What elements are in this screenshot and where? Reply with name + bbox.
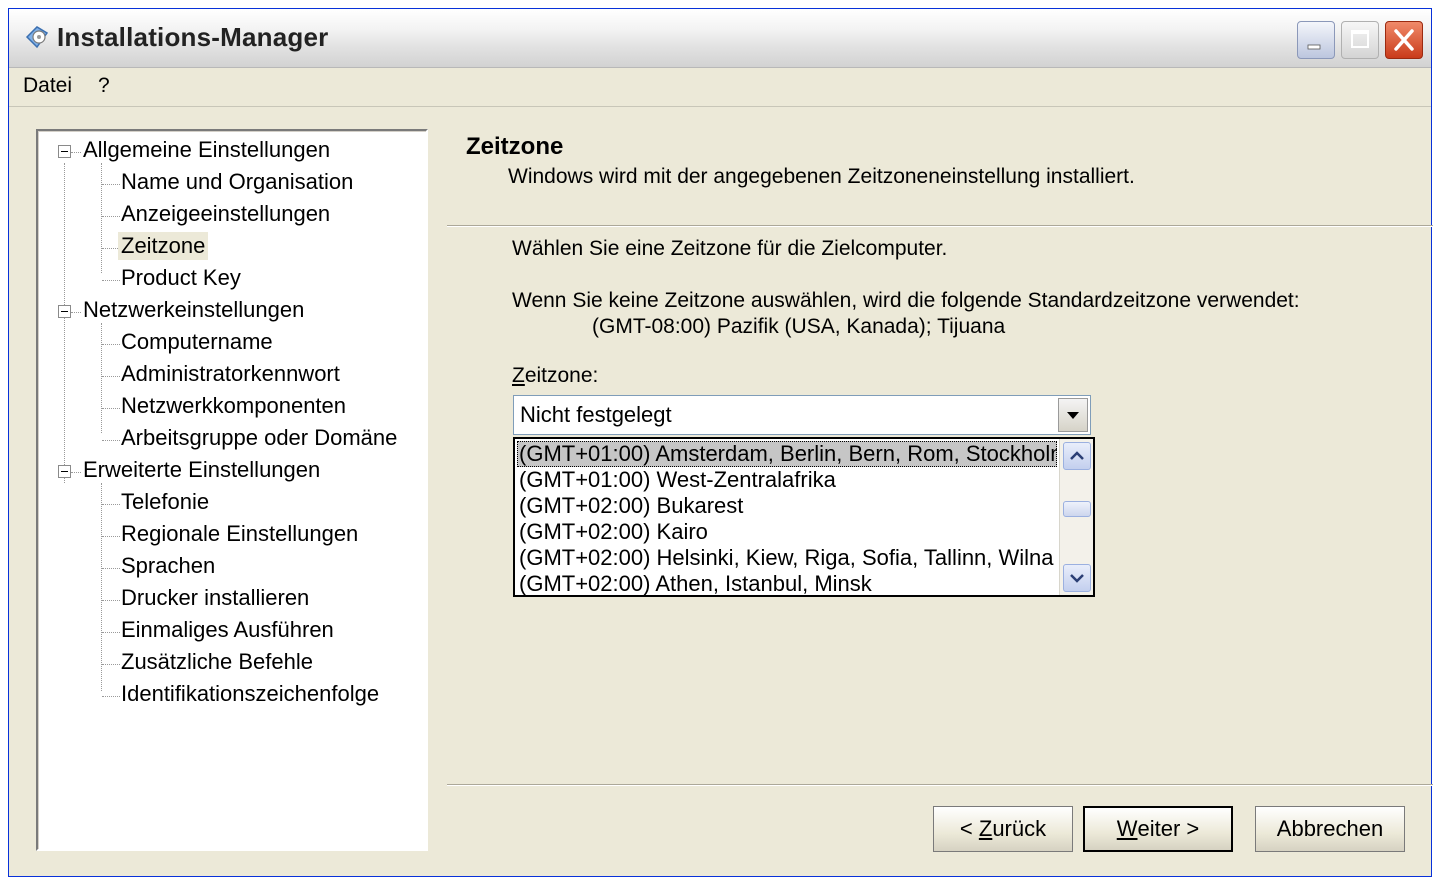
default-zone-text: (GMT-08:00) Pazifik (USA, Kanada); Tijua… <box>592 315 1006 338</box>
collapse-icon[interactable] <box>58 305 71 318</box>
tree-item-regionale[interactable]: Regionale Einstellungen <box>118 520 361 548</box>
back-button[interactable]: < Zurück <box>933 806 1073 852</box>
zeitzone-combobox-value: Nicht festgelegt <box>520 402 672 427</box>
list-item[interactable]: (GMT+01:00) West-Zentralafrika <box>517 467 1057 493</box>
minimize-button[interactable] <box>1297 21 1335 59</box>
tree-line <box>101 483 102 691</box>
list-item[interactable]: (GMT+02:00) Athen, Istanbul, Minsk <box>517 571 1057 595</box>
tree-item-identifikation[interactable]: Identifikationszeichenfolge <box>118 680 382 708</box>
list-item[interactable]: (GMT+01:00) Amsterdam, Berlin, Bern, Rom… <box>517 441 1057 467</box>
footer-divider <box>447 784 1433 786</box>
tree-item-netzwerkkomponenten[interactable]: Netzwerkkomponenten <box>118 392 349 420</box>
instruction-text: Wählen Sie eine Zeitzone für die Zielcom… <box>512 237 948 260</box>
tree-item-anzeige[interactable]: Anzeigeeinstellungen <box>118 200 333 228</box>
settings-tree[interactable]: Allgemeine Einstellungen Name und Organi… <box>36 129 428 851</box>
tree-item-arbeitsgruppe[interactable]: Arbeitsgruppe oder Domäne <box>118 424 400 452</box>
tree-item-telefonie[interactable]: Telefonie <box>118 488 212 516</box>
title-bar[interactable]: Installations-Manager <box>9 9 1431 68</box>
zeitzone-label-accel: Z <box>512 364 525 387</box>
tree-item-computername[interactable]: Computername <box>118 328 276 356</box>
cancel-button[interactable]: Abbrechen <box>1255 806 1405 852</box>
list-item[interactable]: (GMT+02:00) Bukarest <box>517 493 1057 519</box>
tree-group-netzwerk[interactable]: Netzwerkeinstellungen <box>80 296 307 324</box>
list-scrollbar[interactable] <box>1059 439 1093 595</box>
collapse-icon[interactable] <box>58 465 71 478</box>
next-button-accel: W <box>1116 816 1138 841</box>
back-button-accel: Z <box>978 816 993 841</box>
chevron-up-icon <box>1070 451 1084 460</box>
tree-item-sprachen[interactable]: Sprachen <box>118 552 218 580</box>
page-title: Zeitzone <box>466 133 564 160</box>
zeitzone-label-rest: eitzone: <box>524 364 599 387</box>
tree-item-drucker[interactable]: Drucker installieren <box>118 584 312 612</box>
tree-item-name-organisation[interactable]: Name und Organisation <box>118 168 356 196</box>
collapse-icon[interactable] <box>58 145 71 158</box>
menu-datei[interactable]: Datei <box>23 74 72 98</box>
menu-help[interactable]: ? <box>98 74 110 98</box>
menu-bar: Datei ? <box>9 68 1431 107</box>
chevron-down-icon[interactable] <box>1058 398 1088 432</box>
page-subtitle: Windows wird mit der angegebenen Zeitzon… <box>508 165 1135 188</box>
next-button-rest: eiter > <box>1137 816 1200 841</box>
list-item[interactable]: (GMT+02:00) Helsinki, Kiew, Riga, Sofia,… <box>517 545 1057 571</box>
installation-manager-window: Installations-Manager Datei ? Allgemeine… <box>8 8 1433 877</box>
maximize-icon <box>1351 30 1369 48</box>
tree-item-zeitzone[interactable]: Zeitzone <box>118 232 209 260</box>
tree-item-admin-kennwort[interactable]: Administratorkennwort <box>118 360 343 388</box>
tree-group-allgemeine[interactable]: Allgemeine Einstellungen <box>80 136 333 164</box>
next-button[interactable]: Weiter > <box>1083 806 1233 852</box>
close-icon <box>1394 29 1414 51</box>
tree-group-erweitert[interactable]: Erweiterte Einstellungen <box>80 456 323 484</box>
back-button-prefix: < <box>959 816 973 841</box>
maximize-button[interactable] <box>1341 21 1379 59</box>
default-note-text: Wenn Sie keine Zeitzone auswählen, wird … <box>512 289 1300 312</box>
close-button[interactable] <box>1385 21 1423 59</box>
zeitzone-combobox[interactable]: Nicht festgelegt <box>513 395 1091 435</box>
back-button-rest: urück <box>992 816 1047 841</box>
tree-item-einmaliges[interactable]: Einmaliges Ausführen <box>118 616 337 644</box>
tree-line <box>64 163 65 483</box>
tree-item-product-key[interactable]: Product Key <box>118 264 244 292</box>
minimize-icon <box>1307 44 1321 50</box>
zeitzone-label: Zeitzone: <box>512 364 598 388</box>
tree-line <box>101 323 102 433</box>
chevron-down-icon <box>1070 574 1084 583</box>
tree-item-zusaetzliche[interactable]: Zusätzliche Befehle <box>118 648 316 676</box>
list-item[interactable]: (GMT+02:00) Kairo <box>517 519 1057 545</box>
scroll-up-button[interactable] <box>1063 442 1091 470</box>
zeitzone-dropdown-list[interactable]: (GMT+01:00) Amsterdam, Berlin, Bern, Rom… <box>513 437 1095 597</box>
header-divider <box>447 225 1433 227</box>
scroll-down-button[interactable] <box>1063 564 1091 592</box>
window-title: Installations-Manager <box>57 22 329 52</box>
tree-line <box>101 163 102 273</box>
scroll-thumb[interactable] <box>1063 501 1091 517</box>
app-icon <box>25 26 49 49</box>
